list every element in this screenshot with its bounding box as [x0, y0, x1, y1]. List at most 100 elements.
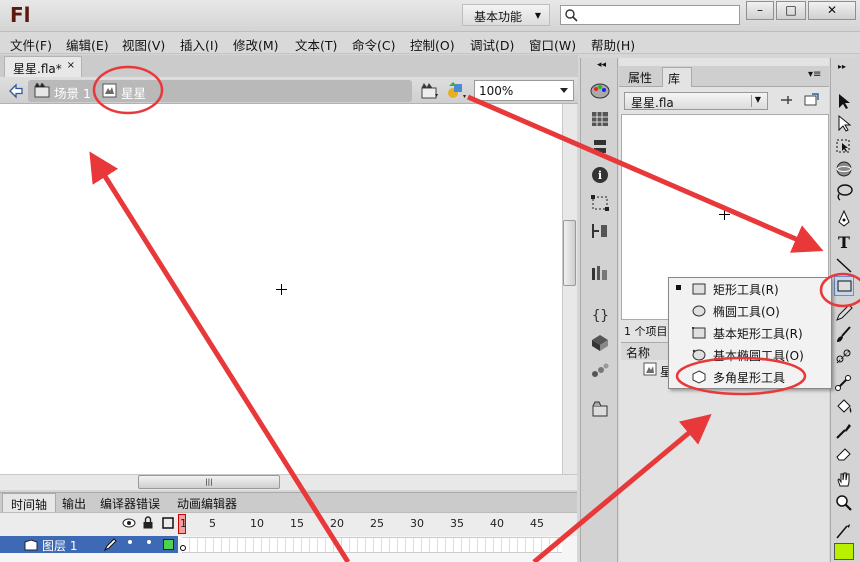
chevron-down-icon: [560, 88, 568, 93]
document-tab[interactable]: 星星.fla* ×: [4, 56, 82, 77]
text-tool-icon[interactable]: T: [834, 232, 854, 250]
breadcrumb-symbol[interactable]: 星星: [121, 83, 146, 102]
outline-icon[interactable]: [162, 517, 174, 529]
transform-icon[interactable]: [590, 194, 610, 212]
new-library-panel-icon[interactable]: [804, 93, 820, 107]
menu-text[interactable]: 文本(T): [295, 35, 337, 54]
polystar-tool-icon: [692, 370, 706, 384]
deco-tool-icon[interactable]: [834, 347, 854, 365]
frame-number: 40: [490, 517, 504, 530]
keyframe-empty[interactable]: [180, 545, 186, 551]
stroke-color-icon[interactable]: [834, 522, 854, 540]
lock-dot[interactable]: [147, 540, 151, 544]
tab-compiler-errors[interactable]: 编译器错误: [92, 493, 168, 512]
eraser-tool-icon[interactable]: [834, 444, 854, 462]
selection-tool-icon[interactable]: [834, 92, 854, 110]
pen-tool-icon[interactable]: [834, 210, 854, 228]
frame-number: 5: [209, 517, 216, 530]
workspace-label: 基本功能: [474, 10, 523, 24]
lasso-tool-icon[interactable]: [834, 183, 854, 201]
layer-color-box[interactable]: [163, 539, 174, 550]
menu-control[interactable]: 控制(O): [410, 35, 455, 54]
color-palette-icon[interactable]: [590, 82, 610, 100]
collapse-right-icon[interactable]: ▸▸: [838, 62, 846, 71]
menu-debug[interactable]: 调试(D): [470, 35, 514, 54]
vertical-scrollbar[interactable]: [562, 104, 577, 474]
panel-menu-icon[interactable]: ▾≡: [808, 69, 821, 80]
frame-number: 10: [250, 517, 264, 530]
tab-timeline[interactable]: 时间轴: [2, 493, 56, 512]
components-icon[interactable]: [590, 264, 610, 282]
popup-primitive-rectangle-tool[interactable]: 基本矩形工具(R): [713, 325, 803, 342]
info-icon[interactable]: i: [590, 166, 610, 184]
motion-presets-icon[interactable]: [590, 334, 610, 352]
horizontal-scrollbar[interactable]: [0, 474, 577, 490]
collapse-left-icon[interactable]: ◂◂: [597, 60, 606, 70]
menu-bar: 文件(F) 编辑(E) 视图(V) 插入(I) 修改(M) 文本(T) 命令(C…: [0, 32, 860, 54]
edit-scene-icon[interactable]: [420, 82, 440, 100]
back-arrow-icon[interactable]: [8, 83, 24, 99]
tab-motion-editor[interactable]: 动画编辑器: [170, 493, 244, 512]
popup-polystar-tool[interactable]: 多角星形工具: [713, 369, 785, 386]
menu-view[interactable]: 视图(V): [122, 35, 165, 54]
tab-properties[interactable]: 属性: [622, 67, 660, 87]
3d-rotation-tool-icon[interactable]: [834, 160, 854, 178]
menu-help[interactable]: 帮助(H): [591, 35, 635, 54]
popup-primitive-oval-tool[interactable]: 基本椭圆工具(O): [713, 347, 804, 364]
close-icon[interactable]: ×: [67, 60, 75, 71]
eyedropper-tool-icon[interactable]: [834, 421, 854, 439]
subselection-tool-icon[interactable]: [834, 114, 854, 132]
menu-commands[interactable]: 命令(C): [352, 35, 395, 54]
popup-oval-tool[interactable]: 椭圆工具(O): [713, 303, 780, 320]
library-file-select[interactable]: 星星.fla ▼: [624, 92, 768, 110]
edit-symbols-icon[interactable]: [446, 81, 468, 100]
lock-icon[interactable]: [142, 516, 154, 529]
movie-explorer-icon[interactable]: [590, 400, 610, 418]
rectangle-tool-icon: [692, 283, 706, 295]
close-button[interactable]: ✕: [808, 1, 856, 20]
chevron-down-icon: ▼: [534, 11, 541, 20]
line-tool-icon[interactable]: [834, 256, 854, 274]
layer-name[interactable]: 图层 1: [42, 537, 77, 554]
frame-number: 35: [450, 517, 464, 530]
zoom-select[interactable]: 100%: [474, 80, 574, 101]
popup-rectangle-tool[interactable]: 矩形工具(R): [713, 281, 779, 298]
swatches-icon[interactable]: [590, 110, 610, 128]
bone-tool-icon[interactable]: [834, 374, 854, 392]
rectangle-tool-icon: [837, 280, 852, 292]
menu-insert[interactable]: 插入(I): [180, 35, 218, 54]
frame-grid[interactable]: [182, 537, 562, 553]
fill-color-swatch[interactable]: [834, 543, 854, 560]
workspace-switcher[interactable]: 基本功能 ▼: [462, 4, 550, 26]
eye-icon[interactable]: [122, 517, 136, 529]
menu-file[interactable]: 文件(F): [10, 35, 52, 54]
minimize-button[interactable]: –: [746, 1, 774, 20]
breadcrumb-scene[interactable]: 场景 1: [54, 83, 91, 102]
pencil-icon: [103, 538, 117, 551]
pencil-tool-icon[interactable]: [834, 303, 854, 321]
document-tab-label: 星星.fla*: [13, 62, 62, 76]
menu-window[interactable]: 窗口(W): [529, 35, 576, 54]
horizontal-scroll-thumb[interactable]: |||: [138, 475, 280, 489]
frame-number: 15: [290, 517, 304, 530]
tab-output[interactable]: 输出: [57, 493, 91, 512]
tab-library[interactable]: 库: [662, 67, 692, 87]
document-tab-bar: [0, 55, 578, 77]
menu-edit[interactable]: 编辑(E): [66, 35, 109, 54]
free-transform-tool-icon[interactable]: [834, 137, 854, 155]
align-icon[interactable]: [590, 138, 610, 156]
menu-modify[interactable]: 修改(M): [233, 35, 279, 54]
zoom-tool-icon[interactable]: [834, 494, 854, 512]
project-icon[interactable]: [590, 362, 610, 380]
maximize-button[interactable]: □: [776, 1, 806, 20]
brush-tool-icon[interactable]: [834, 325, 854, 343]
chevron-down-icon: ▼: [751, 95, 764, 107]
pin-icon[interactable]: [778, 93, 794, 107]
hand-tool-icon[interactable]: [834, 470, 854, 488]
visibility-dot[interactable]: [128, 540, 132, 544]
code-snippets-icon[interactable]: {}: [590, 306, 610, 324]
paint-bucket-tool-icon[interactable]: [834, 398, 854, 416]
help-search-input[interactable]: [560, 5, 740, 25]
history-icon[interactable]: [590, 222, 610, 240]
vertical-scroll-thumb[interactable]: [563, 220, 576, 286]
